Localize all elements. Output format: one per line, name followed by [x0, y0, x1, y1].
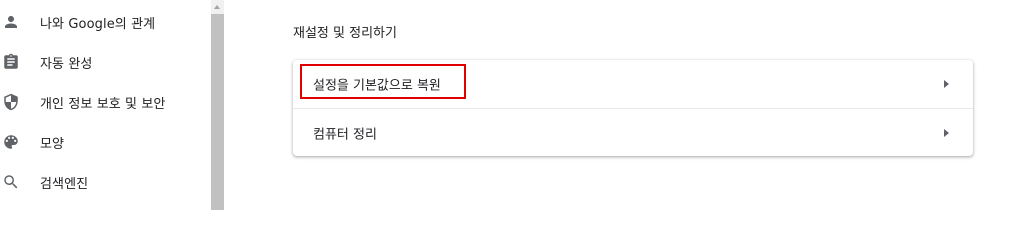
arrow-right-icon [944, 80, 949, 88]
scrollbar-thumb[interactable] [211, 14, 224, 210]
sidebar-item-label: 모양 [40, 136, 65, 152]
settings-window: 나와 Google의 관계 자동 완성 개인 정보 보호 및 보안 모양 검색엔 [0, 0, 1024, 210]
highlight-box [300, 64, 466, 99]
section-title: 재설정 및 정리하기 [293, 26, 397, 41]
reset-cleanup-card: 설정을 기본값으로 복원 컴퓨터 정리 [293, 60, 973, 156]
sidebar-item-search-engine[interactable]: 검색엔진 [0, 162, 211, 202]
sidebar-item-label: 나와 Google의 관계 [40, 16, 156, 32]
shield-icon [2, 93, 20, 111]
sidebar-item-autofill[interactable]: 자동 완성 [0, 42, 211, 82]
person-icon [2, 13, 20, 31]
sidebar-item-label: 개인 정보 보호 및 보안 [40, 96, 166, 112]
search-icon [2, 173, 20, 191]
palette-icon [2, 133, 20, 151]
scroll-up-arrow[interactable] [211, 0, 224, 14]
sidebar-item-label: 검색엔진 [40, 176, 89, 192]
cleanup-computer-row[interactable]: 컴퓨터 정리 [293, 108, 973, 156]
settings-sidebar: 나와 Google의 관계 자동 완성 개인 정보 보호 및 보안 모양 검색엔 [0, 0, 211, 210]
restore-defaults-row[interactable]: 설정을 기본값으로 복원 [293, 60, 973, 108]
sidebar-scrollbar[interactable] [211, 0, 224, 210]
arrow-right-icon [944, 128, 949, 137]
row-label: 컴퓨터 정리 [313, 127, 377, 142]
sidebar-item-you-and-google[interactable]: 나와 Google의 관계 [0, 2, 211, 42]
settings-main: 재설정 및 정리하기 설정을 기본값으로 복원 컴퓨터 정리 [224, 0, 1024, 210]
sidebar-item-appearance[interactable]: 모양 [0, 122, 211, 162]
clipboard-icon [2, 53, 20, 71]
sidebar-item-label: 자동 완성 [40, 56, 93, 72]
sidebar-item-privacy-security[interactable]: 개인 정보 보호 및 보안 [0, 82, 211, 122]
